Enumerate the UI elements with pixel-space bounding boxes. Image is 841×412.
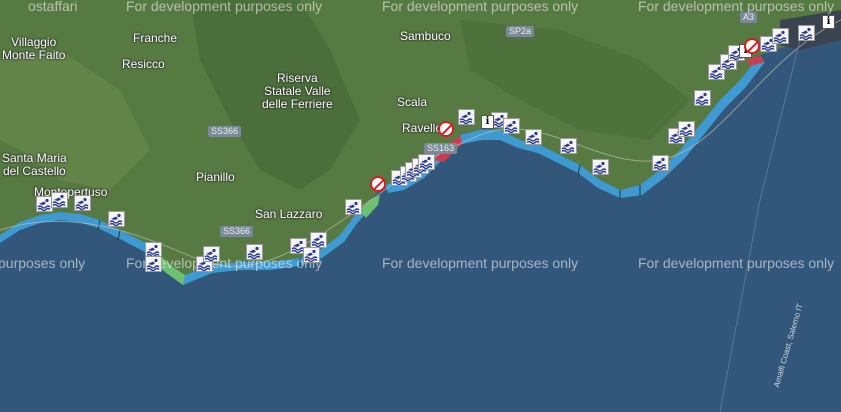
swimmer-icon[interactable] xyxy=(772,28,789,44)
swimmer-icon[interactable] xyxy=(51,192,68,208)
swimmer-icon[interactable] xyxy=(592,159,609,175)
swimmer-icon[interactable] xyxy=(678,121,695,137)
watermark: For development purposes only xyxy=(638,0,835,14)
road-shield: SP2a xyxy=(506,26,535,37)
watermark: purposes only xyxy=(0,255,86,271)
watermark: For development purposes only xyxy=(126,0,323,14)
swimmer-icon[interactable] xyxy=(246,244,263,260)
place-label: San Lazzaro xyxy=(255,207,323,221)
no-swimming-icon[interactable] xyxy=(370,176,386,192)
swimmer-icon[interactable] xyxy=(303,247,320,263)
swimmer-icon[interactable] xyxy=(458,109,475,125)
info-icon[interactable]: i xyxy=(481,115,494,129)
no-swimming-icon[interactable] xyxy=(438,121,454,137)
watermark: For development purposes only xyxy=(638,255,835,271)
place-label: Sambuco xyxy=(400,29,451,43)
watermark: For development purposes only xyxy=(382,0,579,14)
swimmer-icon[interactable] xyxy=(145,256,162,272)
swimmer-icon[interactable] xyxy=(203,246,220,262)
place-label: Villaggio Monte Faito xyxy=(2,35,66,62)
place-label: Santa Maria del Castello xyxy=(2,151,67,178)
swimmer-icon[interactable] xyxy=(74,195,91,211)
swimmer-icon[interactable] xyxy=(503,118,520,134)
info-icon[interactable]: i xyxy=(822,15,835,29)
place-label: Scala xyxy=(397,95,428,109)
swimmer-icon[interactable] xyxy=(694,90,711,106)
place-label: Riserva Statale Valle delle Ferriere xyxy=(262,71,333,111)
swimmer-icon[interactable] xyxy=(108,211,125,227)
place-label: Pianillo xyxy=(196,170,235,184)
watermark: For development purposes only xyxy=(382,255,579,271)
watermark: ostaffari xyxy=(28,0,78,14)
swimmer-icon[interactable] xyxy=(310,232,327,248)
place-label: Resicco xyxy=(122,57,165,71)
no-swimming-icon[interactable] xyxy=(744,38,760,54)
road-shield: SS366 xyxy=(208,126,242,137)
swimmer-icon[interactable] xyxy=(652,155,669,171)
swimmer-icon[interactable] xyxy=(798,25,815,41)
place-label: Franche xyxy=(133,31,178,45)
swimmer-icon[interactable] xyxy=(525,129,542,145)
place-label: Ravello xyxy=(402,121,443,135)
road-shield: SS366 xyxy=(220,226,254,237)
road-shield: SS163 xyxy=(424,143,458,154)
swimmer-icon[interactable] xyxy=(560,138,577,154)
swimmer-icon[interactable] xyxy=(345,199,362,215)
swimmer-icon[interactable] xyxy=(418,154,435,170)
